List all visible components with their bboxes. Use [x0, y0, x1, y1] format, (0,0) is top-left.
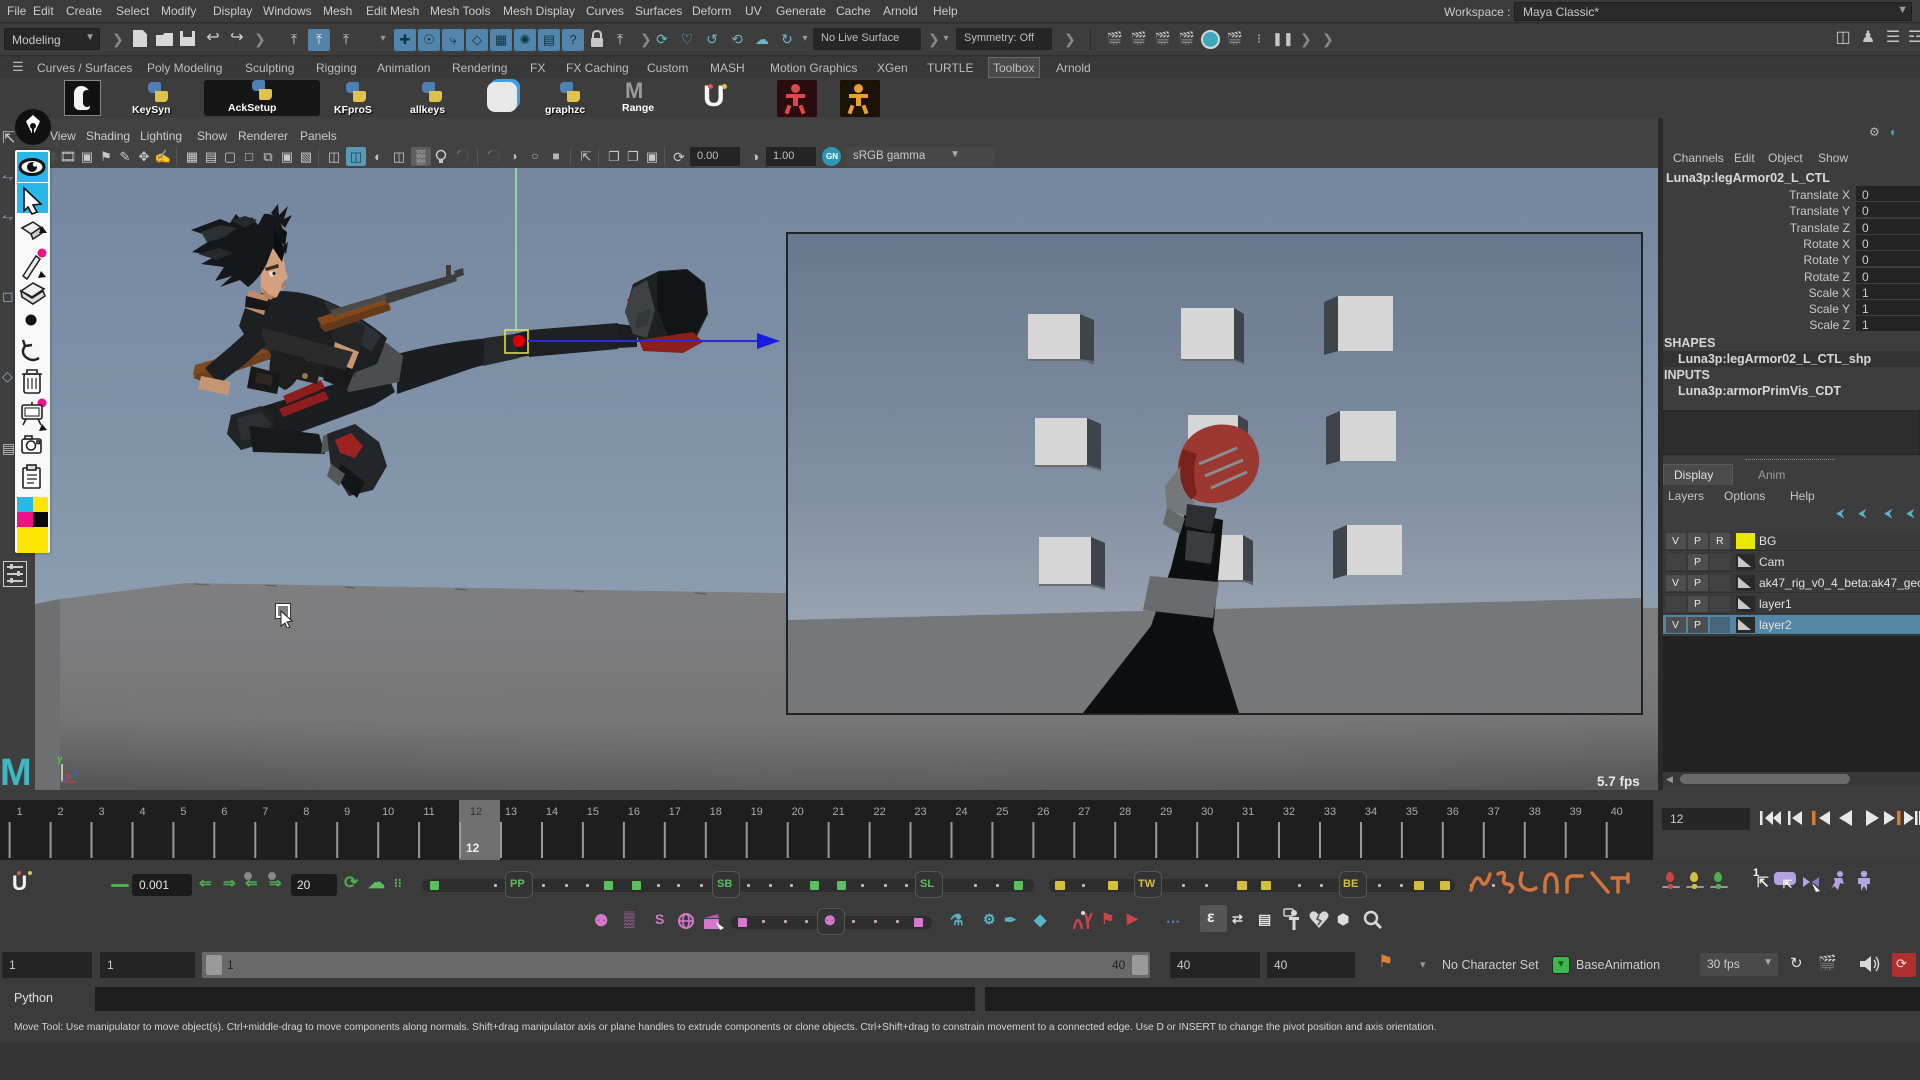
svg-text:12: 12 [1670, 812, 1684, 826]
svg-text:17: 17 [669, 806, 681, 818]
svg-text:5: 5 [180, 806, 186, 818]
svg-text:36: 36 [1447, 806, 1459, 818]
svg-text:2: 2 [58, 806, 64, 818]
svg-text:37: 37 [1488, 806, 1500, 818]
svg-text:4: 4 [139, 806, 145, 818]
svg-text:3: 3 [98, 806, 104, 818]
svg-text:16: 16 [628, 806, 640, 818]
svg-text:18: 18 [710, 806, 722, 818]
svg-text:32: 32 [1283, 806, 1295, 818]
svg-text:6: 6 [221, 806, 227, 818]
svg-text:38: 38 [1529, 806, 1541, 818]
svg-text:8: 8 [303, 806, 309, 818]
svg-text:26: 26 [1037, 806, 1049, 818]
svg-text:12: 12 [470, 806, 482, 818]
svg-text:7: 7 [262, 806, 268, 818]
svg-text:21: 21 [832, 806, 844, 818]
svg-text:11: 11 [423, 806, 434, 818]
svg-text:24: 24 [955, 806, 967, 818]
svg-text:5.7 fps: 5.7 fps [1597, 774, 1640, 789]
svg-text:28: 28 [1119, 806, 1131, 818]
svg-text:33: 33 [1324, 806, 1336, 818]
svg-text:25: 25 [996, 806, 1008, 818]
svg-text:9: 9 [344, 806, 350, 818]
svg-text:39: 39 [1570, 806, 1582, 818]
svg-text:1: 1 [17, 806, 23, 818]
svg-text:20: 20 [792, 806, 804, 818]
svg-text:15: 15 [587, 806, 599, 818]
svg-text:19: 19 [751, 806, 763, 818]
svg-text:22: 22 [873, 806, 885, 818]
svg-text:40: 40 [1611, 806, 1623, 818]
svg-text:y: y [57, 754, 63, 765]
svg-text:z: z [74, 768, 79, 779]
svg-text:13: 13 [505, 806, 517, 818]
svg-text:23: 23 [914, 806, 926, 818]
svg-text:31: 31 [1242, 806, 1254, 818]
svg-text:27: 27 [1078, 806, 1090, 818]
svg-text:30: 30 [1201, 806, 1213, 818]
svg-text:29: 29 [1160, 806, 1172, 818]
svg-text:10: 10 [382, 806, 394, 818]
svg-text:12: 12 [466, 841, 480, 855]
svg-text:x: x [65, 771, 71, 782]
svg-text:34: 34 [1365, 806, 1377, 818]
svg-text:14: 14 [546, 806, 558, 818]
svg-text:35: 35 [1406, 806, 1418, 818]
